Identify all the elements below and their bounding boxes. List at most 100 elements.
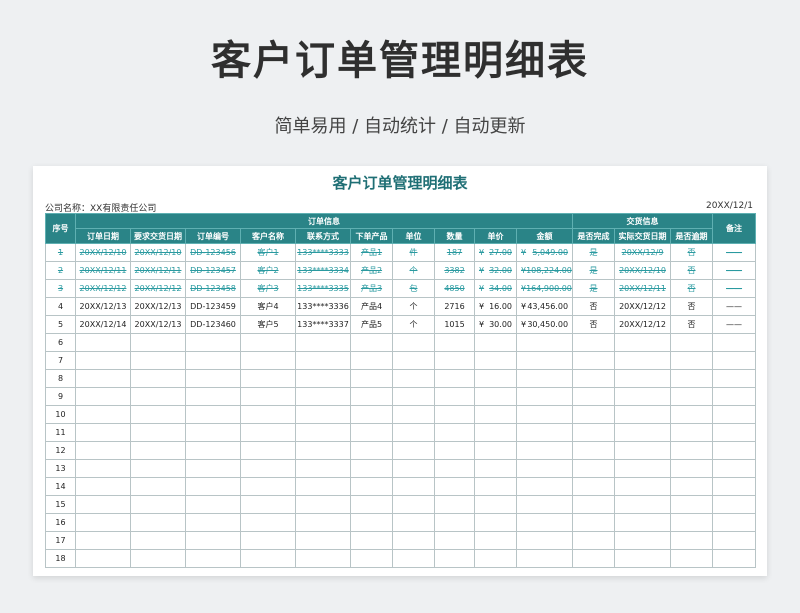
cell-amount[interactable] bbox=[515, 441, 574, 460]
cell-order-no[interactable]: DD-123458 bbox=[185, 279, 241, 298]
table-row[interactable]: 14 bbox=[45, 477, 757, 496]
table-row[interactable]: 1 20XX/12/10 20XX/12/10 DD-123456 客户1 133****… bbox=[45, 243, 757, 262]
cell-unit[interactable] bbox=[392, 495, 435, 514]
cell-order-date[interactable] bbox=[75, 531, 131, 550]
cell-overdue[interactable]: 否 bbox=[670, 261, 714, 280]
cell-qty[interactable] bbox=[434, 351, 475, 370]
cell-actual-date[interactable]: 20XX/12/12 bbox=[614, 315, 672, 334]
cell-completed[interactable]: 是 bbox=[572, 243, 616, 262]
cell-amount[interactable]: ¥43,456.00 bbox=[515, 297, 574, 316]
table-row[interactable]: 4 20XX/12/13 20XX/12/13 DD-123459 客户4 133****… bbox=[45, 297, 757, 316]
cell-index[interactable]: 17 bbox=[45, 531, 76, 550]
cell-unit[interactable] bbox=[392, 513, 435, 532]
cell-unit[interactable]: 件 bbox=[392, 243, 435, 262]
cell-order-date[interactable]: 20XX/12/11 bbox=[75, 261, 131, 280]
cell-customer[interactable] bbox=[240, 495, 296, 514]
cell-amount[interactable] bbox=[515, 513, 574, 532]
cell-price[interactable]: ¥16.00 bbox=[474, 297, 517, 316]
cell-index[interactable]: 12 bbox=[45, 441, 76, 460]
cell-remark[interactable] bbox=[712, 387, 757, 406]
cell-unit[interactable]: 个 bbox=[392, 297, 435, 316]
cell-customer[interactable] bbox=[240, 333, 296, 352]
cell-required-date[interactable]: 20XX/12/11 bbox=[130, 261, 186, 280]
cell-qty[interactable] bbox=[434, 549, 475, 568]
cell-amount[interactable] bbox=[515, 405, 574, 424]
cell-order-no[interactable] bbox=[185, 423, 241, 442]
table-row[interactable]: 15 bbox=[45, 495, 757, 514]
table-row[interactable]: 18 bbox=[45, 549, 757, 568]
cell-remark[interactable]: —— bbox=[712, 243, 757, 262]
cell-overdue[interactable] bbox=[670, 549, 714, 568]
cell-completed[interactable]: 否 bbox=[572, 315, 616, 334]
cell-price[interactable] bbox=[474, 369, 517, 388]
cell-qty[interactable]: 4850 bbox=[434, 279, 475, 298]
cell-product[interactable] bbox=[350, 549, 393, 568]
cell-index[interactable]: 2 bbox=[45, 261, 76, 280]
cell-remark[interactable] bbox=[712, 333, 757, 352]
cell-price[interactable] bbox=[474, 549, 517, 568]
cell-unit[interactable] bbox=[392, 549, 435, 568]
cell-qty[interactable] bbox=[434, 333, 475, 352]
cell-unit[interactable] bbox=[392, 441, 435, 460]
cell-order-date[interactable] bbox=[75, 423, 131, 442]
cell-index[interactable]: 7 bbox=[45, 351, 76, 370]
cell-qty[interactable] bbox=[434, 369, 475, 388]
cell-order-no[interactable]: DD-123459 bbox=[185, 297, 241, 316]
cell-overdue[interactable] bbox=[670, 441, 714, 460]
cell-actual-date[interactable] bbox=[614, 459, 672, 478]
cell-amount[interactable] bbox=[515, 495, 574, 514]
cell-contact[interactable] bbox=[295, 333, 351, 352]
cell-required-date[interactable] bbox=[130, 333, 186, 352]
cell-customer[interactable]: 客户2 bbox=[240, 261, 296, 280]
cell-product[interactable]: 产品1 bbox=[350, 243, 393, 262]
cell-actual-date[interactable] bbox=[614, 441, 672, 460]
table-row[interactable]: 6 bbox=[45, 333, 757, 352]
cell-unit[interactable] bbox=[392, 477, 435, 496]
table-row[interactable]: 17 bbox=[45, 531, 757, 550]
cell-price[interactable] bbox=[474, 441, 517, 460]
cell-overdue[interactable] bbox=[670, 387, 714, 406]
cell-unit[interactable] bbox=[392, 333, 435, 352]
cell-remark[interactable] bbox=[712, 531, 757, 550]
cell-product[interactable] bbox=[350, 369, 393, 388]
cell-contact[interactable] bbox=[295, 513, 351, 532]
cell-product[interactable] bbox=[350, 387, 393, 406]
cell-overdue[interactable] bbox=[670, 495, 714, 514]
cell-contact[interactable] bbox=[295, 549, 351, 568]
cell-required-date[interactable] bbox=[130, 387, 186, 406]
cell-unit[interactable] bbox=[392, 423, 435, 442]
cell-order-date[interactable] bbox=[75, 351, 131, 370]
cell-completed[interactable]: 否 bbox=[572, 297, 616, 316]
cell-customer[interactable]: 客户3 bbox=[240, 279, 296, 298]
cell-index[interactable]: 3 bbox=[45, 279, 76, 298]
cell-customer[interactable] bbox=[240, 387, 296, 406]
cell-required-date[interactable] bbox=[130, 549, 186, 568]
cell-actual-date[interactable] bbox=[614, 351, 672, 370]
cell-remark[interactable] bbox=[712, 423, 757, 442]
cell-completed[interactable] bbox=[572, 333, 616, 352]
cell-remark[interactable] bbox=[712, 405, 757, 424]
cell-required-date[interactable] bbox=[130, 405, 186, 424]
cell-remark[interactable] bbox=[712, 495, 757, 514]
cell-completed[interactable] bbox=[572, 369, 616, 388]
cell-customer[interactable] bbox=[240, 477, 296, 496]
cell-required-date[interactable] bbox=[130, 531, 186, 550]
cell-completed[interactable] bbox=[572, 423, 616, 442]
cell-contact[interactable] bbox=[295, 531, 351, 550]
cell-required-date[interactable]: 20XX/12/12 bbox=[130, 279, 186, 298]
cell-contact[interactable] bbox=[295, 495, 351, 514]
cell-order-date[interactable] bbox=[75, 369, 131, 388]
cell-actual-date[interactable] bbox=[614, 333, 672, 352]
cell-actual-date[interactable] bbox=[614, 513, 672, 532]
cell-required-date[interactable]: 20XX/12/10 bbox=[130, 243, 186, 262]
cell-remark[interactable] bbox=[712, 351, 757, 370]
cell-overdue[interactable] bbox=[670, 333, 714, 352]
cell-product[interactable]: 产品5 bbox=[350, 315, 393, 334]
cell-actual-date[interactable]: 20XX/12/10 bbox=[614, 261, 672, 280]
cell-completed[interactable] bbox=[572, 351, 616, 370]
cell-qty[interactable] bbox=[434, 531, 475, 550]
cell-order-no[interactable]: DD-123460 bbox=[185, 315, 241, 334]
cell-qty[interactable] bbox=[434, 459, 475, 478]
cell-amount[interactable] bbox=[515, 531, 574, 550]
cell-completed[interactable]: 是 bbox=[572, 279, 616, 298]
